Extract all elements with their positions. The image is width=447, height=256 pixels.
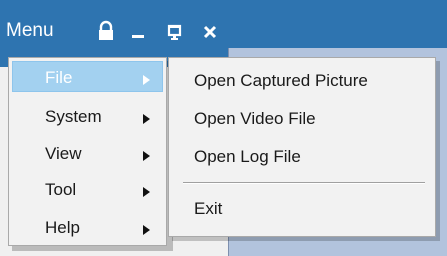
menu-item-help[interactable]: Help (12, 211, 163, 242)
menu-item-tool[interactable]: Tool (12, 173, 163, 204)
menu-item-label: File (45, 68, 73, 87)
menu-item-label: System (45, 107, 102, 126)
submenu-item-open-log-file[interactable]: Open Log File (194, 147, 301, 167)
file-submenu: Open Captured Picture Open Video File Op… (168, 57, 436, 237)
chevron-right-icon (143, 72, 150, 90)
chevron-right-icon (143, 148, 150, 166)
minimize-icon[interactable] (128, 20, 148, 42)
main-menu: File System View Tool Help (8, 57, 167, 246)
chevron-right-icon (143, 184, 150, 202)
menu-item-system[interactable]: System (12, 100, 163, 131)
menu-button[interactable]: Menu (6, 20, 54, 42)
menu-item-label: Tool (45, 180, 77, 199)
submenu-item-open-captured-picture[interactable]: Open Captured Picture (194, 71, 368, 91)
menu-item-view[interactable]: View (12, 137, 163, 168)
chevron-right-icon (143, 222, 150, 240)
chevron-right-icon (143, 111, 150, 129)
menu-item-label: View (45, 144, 82, 163)
lock-icon[interactable] (96, 20, 116, 42)
restore-icon[interactable] (165, 20, 185, 42)
menu-item-label: Help (45, 218, 80, 237)
close-icon[interactable] (200, 20, 220, 42)
submenu-item-exit[interactable]: Exit (194, 199, 222, 219)
submenu-item-open-video-file[interactable]: Open Video File (194, 109, 316, 129)
submenu-separator (183, 182, 425, 184)
menu-item-file[interactable]: File (12, 61, 163, 92)
